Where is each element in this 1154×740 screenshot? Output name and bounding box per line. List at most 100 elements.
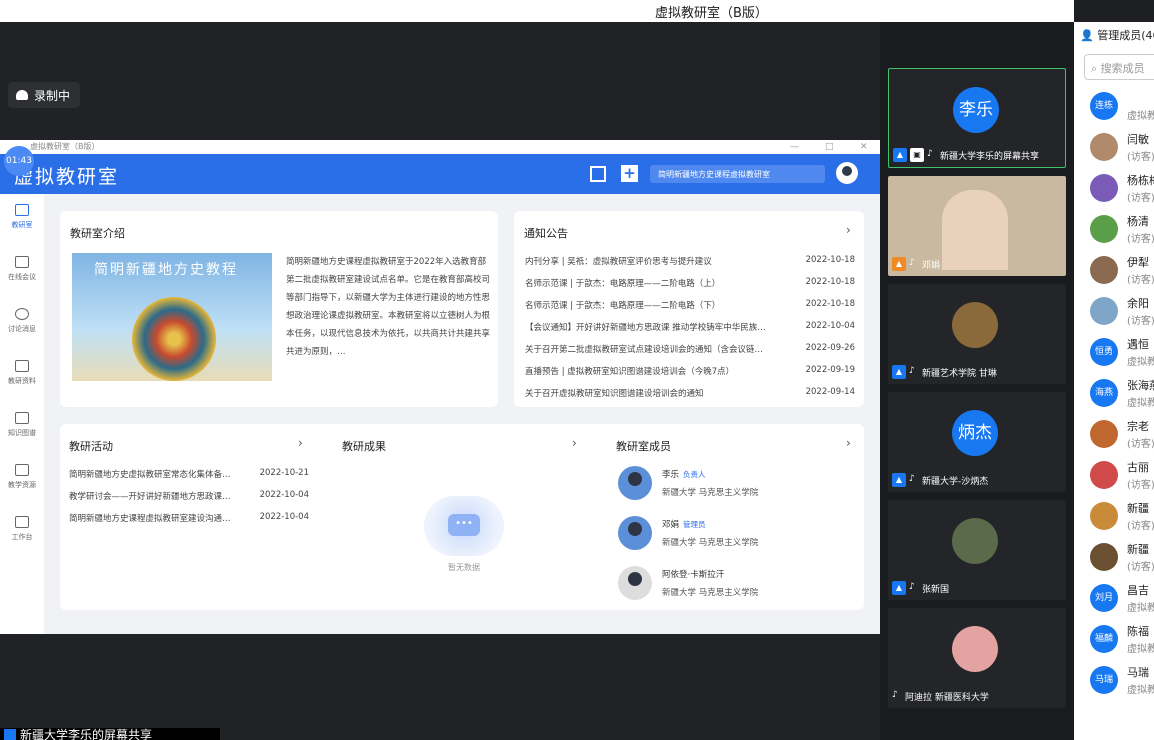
participant-avatar: 李乐 [953,87,999,133]
tile-name: 新疆艺术学院 甘琳 [922,368,997,379]
video-tile[interactable]: 炳杰 ▲ ♪ 新疆大学-沙炳杰 [888,392,1066,492]
member-row[interactable]: 李乐 负责人 新疆大学 马克思主义学院 [616,462,846,510]
results-title: 教研成果 [342,440,386,453]
close-icon[interactable]: ✕ [860,140,868,154]
member-item[interactable]: 海燕张海燕虚拟教 [1090,373,1154,414]
member-item[interactable]: 宗老 (访客) [1090,414,1154,455]
member-item[interactable]: 古丽 (访客) [1090,455,1154,496]
tile-caption: ▲ ▣ ♪ 新疆大学李乐的屏幕共享 [893,147,1039,163]
notice-row[interactable]: 【会议通知】开好讲好新疆地方思政课 推动学校铸牢中华民族… 2022-10-04 [525,321,855,333]
notice-text: 名师示范课 | 于歆杰：电路原理——二阶电路（下） [525,301,721,311]
member-item[interactable]: 刘月 昌吉 虚拟教 [1090,578,1154,619]
member-item[interactable]: 连栋 虚拟教 [1090,86,1154,127]
add-icon[interactable]: + [621,165,638,182]
notice-date: 2022-09-26 [805,343,855,353]
member-name: 新疆 [1127,543,1149,556]
user-avatar[interactable] [836,162,858,184]
notice-row[interactable]: 直播预告 | 虚拟教研室知识图谱建设培训会（今晚7点） 2022-09-19 [525,365,855,377]
notice-text: 关于召开第二批虚拟教研室试点建设培训会的通知（含会议链… [525,345,764,355]
chevron-right-icon[interactable]: › [846,223,851,237]
nav-label: 知识图谱 [8,429,36,437]
member-search-input[interactable]: ⌕ 搜索成员 [1084,54,1154,80]
member-item[interactable]: 新疆 (访客) [1090,537,1154,578]
chevron-right-icon[interactable]: › [846,436,851,450]
notice-date: 2022-10-04 [805,321,855,331]
video-tile[interactable]: ♪ 阿迪拉 新疆医科大学 [888,608,1066,708]
panel-title: 管理成员(46) [1097,29,1154,42]
notice-date: 2022-09-19 [805,365,855,375]
bottom-share-caption: 新疆大学李乐的屏幕共享 [0,728,220,740]
activity-row[interactable]: 教学研讨会——开好讲好新疆地方思政课… 2022-10-04 [69,490,309,502]
activity-row[interactable]: 简明新疆地方史课程虚拟教研室建设沟通… 2022-10-04 [69,512,309,524]
nav-item-knowledge[interactable]: 知识图谱 [0,402,44,454]
member-sub: (访客) [1127,193,1154,204]
member-item[interactable]: 闫敏 (访客) [1090,127,1154,168]
member-item[interactable]: 福麟 陈福 虚拟教 [1090,619,1154,660]
video-tile[interactable]: 李乐 ▲ ▣ ♪ 新疆大学李乐的屏幕共享 [888,68,1066,168]
tile-name: 新疆大学李乐的屏幕共享 [940,151,1040,162]
nav-item-resources[interactable]: 教学资源 [0,454,44,506]
notice-row[interactable]: 内刊分享 | 吴祇：虚拟教研室评价思考与提升建议 2022-10-18 [525,255,855,267]
nav-label: 教学资源 [8,481,36,489]
video-tile[interactable]: ▲ ♪ 张新国 [888,500,1066,600]
notice-row[interactable]: 关于召开虚拟教研室知识图谱建设培训会的通知 2022-09-14 [525,387,855,399]
notice-row[interactable]: 名师示范课 | 于歆杰：电路原理——二阶电路（上） 2022-10-18 [525,277,855,289]
nav-item-materials[interactable]: 教研资料 [0,350,44,402]
video-tile[interactable]: ▲ ♪ 邓娟 [888,176,1066,276]
notice-row[interactable]: 关于召开第二批虚拟教研室试点建设培训会的通知（含会议链… 2022-09-26 [525,343,855,355]
chevron-right-icon[interactable]: › [298,436,303,450]
member-item[interactable]: 马瑞 马瑞 虚拟教 [1090,660,1154,701]
nav-item-lab[interactable]: 教研室 [0,194,44,246]
nav-label: 工作台 [11,533,33,541]
recording-label: 录制中 [34,88,71,103]
app-header: 虚拟教研室 + 简明新疆地方史课程虚拟教研室 [0,154,880,194]
notice-text: 【会议通知】开好讲好新疆地方思政课 推动学校铸牢中华民族… [525,323,766,333]
maximize-icon[interactable]: □ [825,140,834,154]
minimize-icon[interactable]: — [790,140,799,154]
member-row[interactable]: 阿依登·卡斯拉汗 新疆大学 马克思主义学院 [616,562,846,610]
member-item[interactable]: 伊犁 (访客) [1090,250,1154,291]
member-name: 古丽 [1127,461,1149,474]
search-icon: ⌕ [1091,62,1098,75]
nav-item-workbench[interactable]: 工作台 [0,506,44,558]
qr-code-icon[interactable] [590,166,606,182]
tile-caption: ▲ ♪ 邓娟 [892,256,940,272]
activity-date: 2022-10-04 [259,490,309,500]
room-select[interactable]: 简明新疆地方史课程虚拟教研室 [650,165,825,183]
empty-label: 暂无数据 [448,563,480,572]
video-tiles: 李乐 ▲ ▣ ♪ 新疆大学李乐的屏幕共享 ▲ ♪ 邓娟 ▲ ♪ 新疆艺术学院 甘… [880,22,1074,740]
notice-row[interactable]: 名师示范课 | 于歆杰：电路原理——二阶电路（下） 2022-10-18 [525,299,855,311]
member-name: 马瑞 [1127,666,1149,679]
avatar [618,516,652,550]
activity-row[interactable]: 简明新疆地方史虚拟教研室常态化集体备… 2022-10-21 [69,468,309,480]
member-item[interactable]: 新疆 (访客) [1090,496,1154,537]
participant-photo [952,518,998,564]
member-item[interactable]: 杨清 (访客) [1090,209,1154,250]
doc-icon [15,464,29,476]
book-cover[interactable]: 简明新疆地方史教程 [72,253,272,381]
book-art [132,297,216,381]
member-item[interactable]: 恒勇 遇恒 虚拟教 [1090,332,1154,373]
participant-photo [952,302,998,348]
member-item[interactable]: 杨栋梅 (访客) [1090,168,1154,209]
recording-indicator[interactable]: 录制中 [8,82,81,108]
shared-window-title: 虚拟教研室（B版） [30,142,100,151]
member-sub: 虚拟教 [1127,685,1154,696]
avatar: 马瑞 [1090,666,1118,694]
tile-name: 邓娟 [922,260,941,271]
avatar [1090,461,1118,489]
video-tile[interactable]: ▲ ♪ 新疆艺术学院 甘琳 [888,284,1066,384]
member-org: 新疆大学 马克思主义学院 [662,588,759,598]
tile-caption: ▲ ♪ 张新国 [892,580,949,596]
member-item[interactable]: 余阳 (访客) [1090,291,1154,332]
avatar [1090,174,1118,202]
notice-date: 2022-10-18 [805,299,855,309]
member-role: 管理员 [683,520,706,529]
chevron-right-icon[interactable]: › [572,436,577,450]
nav-item-meeting[interactable]: 在线会议 [0,246,44,298]
chat-icon [15,308,29,320]
nav-item-discussion[interactable]: 讨论消息 [0,298,44,350]
member-row[interactable]: 邓娟 管理员 新疆大学 马克思主义学院 [616,512,846,560]
mic-icon: ♪ [927,149,933,159]
activity-text: 简明新疆地方史虚拟教研室常态化集体备… [69,470,231,480]
